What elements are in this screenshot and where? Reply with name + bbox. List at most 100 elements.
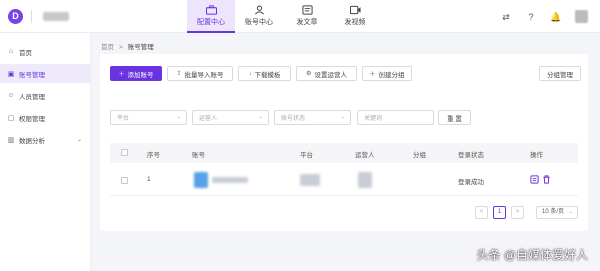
nav-post-video[interactable]: 发视频	[331, 0, 379, 33]
select-placeholder: 运营人	[199, 116, 218, 122]
input-placeholder: 关键词	[364, 116, 383, 122]
nav-label: 配置中心	[197, 19, 225, 26]
sidebar-item-permission-management[interactable]: ▢ 权限管理	[0, 108, 90, 127]
button-label: 批量导入账号	[184, 71, 224, 79]
platform-select[interactable]: 平台 ⌄	[110, 110, 187, 125]
breadcrumb-home[interactable]: 首页	[101, 44, 114, 51]
create-group-button[interactable]: ＋创建分组	[362, 66, 412, 81]
breadcrumb-separator: >	[119, 44, 123, 51]
table-row: 1 登录成功	[110, 164, 578, 196]
main-nav: 配置中心 账号中心 发文章 发视频	[187, 0, 379, 33]
home-icon: ⌂	[8, 48, 14, 55]
add-account-button[interactable]: ＋添加账号	[110, 66, 162, 81]
gear-icon: ⚙	[306, 71, 312, 77]
download-icon: ↓	[248, 70, 252, 77]
table-header: 序号 账号 平台 运营人 分组 登录状态 操作	[110, 143, 578, 163]
sidebar-item-label: 数据分析	[19, 137, 45, 145]
button-label: 创建分组	[378, 71, 405, 79]
account-avatar-blurred	[194, 172, 208, 188]
chart-icon: ▥	[7, 136, 15, 144]
button-label: 设置运营人	[314, 71, 347, 79]
select-placeholder: 账号状态	[281, 116, 306, 122]
button-label: 分组管理	[547, 71, 573, 79]
pagination-next-button[interactable]: >	[511, 206, 524, 219]
chevron-down-icon: ⌄	[568, 209, 573, 215]
header-login-status: 登录状态	[458, 152, 484, 159]
select-placeholder: 平台	[117, 116, 130, 122]
page-size-select[interactable]: 10 条/页 ⌄	[536, 206, 578, 219]
page-size-value: 10 条/页	[542, 209, 565, 215]
import-icon: ⇪	[176, 71, 182, 77]
header-index: 序号	[147, 152, 160, 159]
nav-label: 账号中心	[245, 19, 273, 26]
header-operator: 运营人	[355, 152, 375, 159]
app-logo[interactable]: D	[8, 9, 23, 24]
user-icon	[254, 5, 264, 15]
top-bar: D 配置中心 账号中心 发文章 发视频 ⇄ ? 🔔	[0, 0, 600, 33]
sidebar-item-home[interactable]: ⌂ 首页	[0, 42, 90, 61]
bell-icon[interactable]: 🔔	[550, 11, 562, 23]
sidebar-item-label: 人员管理	[19, 93, 45, 101]
edit-icon[interactable]	[530, 175, 539, 184]
select-all-checkbox[interactable]	[121, 149, 128, 156]
video-icon	[349, 5, 361, 15]
row-index: 1	[147, 176, 151, 183]
set-operator-button[interactable]: ⚙ 设置运营人	[296, 66, 357, 81]
pagination-page-1[interactable]: 1	[493, 206, 506, 219]
article-icon	[301, 5, 313, 15]
group-management-button[interactable]: 分组管理	[539, 66, 581, 81]
button-label: 重 置	[447, 115, 462, 123]
header-group: 分组	[413, 152, 426, 159]
person-icon: ☺	[7, 92, 15, 99]
sidebar-item-account-management[interactable]: ▣ 账号管理	[0, 64, 90, 83]
main-card: ＋添加账号 ⇪ 批量导入账号 ↓ 下载模板 ⚙ 设置运营人 ＋创建分组 分组管理 平台…	[100, 54, 588, 231]
avatar[interactable]	[575, 10, 588, 23]
keyword-input[interactable]: 关键词	[357, 110, 434, 125]
delete-icon[interactable]	[542, 175, 551, 184]
nav-label: 发视频	[344, 19, 366, 26]
switch-icon[interactable]: ⇄	[500, 11, 512, 23]
organization-name-blurred	[43, 12, 69, 21]
nav-config-center[interactable]: 配置中心	[187, 0, 235, 33]
platform-blurred	[300, 174, 320, 186]
download-template-button[interactable]: ↓ 下载模板	[238, 66, 291, 81]
lock-icon: ▢	[7, 114, 15, 122]
account-icon: ▣	[7, 70, 15, 78]
chevron-down-icon: ⌄	[258, 114, 263, 120]
button-label: 添加账号	[127, 71, 154, 79]
reset-button[interactable]: 重 置	[438, 110, 471, 125]
nav-post-article[interactable]: 发文章	[283, 0, 331, 33]
sidebar-item-data-analysis[interactable]: ▥ 数据分析 ⌄	[0, 130, 90, 149]
chevron-down-icon: ⌄	[340, 114, 345, 120]
operator-blurred	[358, 172, 372, 188]
operator-select[interactable]: 运营人 ⌄	[192, 110, 269, 125]
sidebar-item-label: 权限管理	[19, 115, 45, 123]
help-icon[interactable]: ?	[525, 11, 537, 23]
account-name-blurred	[212, 177, 248, 183]
header-actions: 操作	[530, 152, 543, 159]
breadcrumb-current: 账号管理	[127, 44, 154, 51]
row-login-status: 登录成功	[458, 179, 484, 186]
chevron-down-icon: ⌄	[176, 114, 181, 120]
row-checkbox[interactable]	[121, 177, 128, 184]
breadcrumb: 首页 > 账号管理	[101, 41, 154, 51]
chevron-down-icon: ⌄	[76, 137, 82, 143]
nav-account-center[interactable]: 账号中心	[235, 0, 283, 33]
batch-import-button[interactable]: ⇪ 批量导入账号	[167, 66, 233, 81]
button-label: 下载模板	[254, 71, 281, 79]
nav-label: 发文章	[296, 19, 318, 26]
watermark: 头条 @自媒体爱好人	[476, 248, 588, 262]
briefcase-icon	[205, 5, 217, 15]
status-select[interactable]: 账号状态 ⌄	[274, 110, 351, 125]
sidebar-item-personnel-management[interactable]: ☺ 人员管理	[0, 86, 90, 105]
sidebar-item-label: 首页	[19, 49, 32, 57]
plus-icon: ＋	[369, 72, 376, 78]
sidebar: ⌂ 首页 ▣ 账号管理 ☺ 人员管理 ▢ 权限管理 ▥ 数据分析 ⌄	[0, 33, 91, 271]
header-account: 账号	[192, 152, 205, 159]
sidebar-item-label: 账号管理	[19, 71, 45, 79]
top-right-actions: ⇄ ? 🔔	[487, 10, 588, 23]
header-platform: 平台	[300, 152, 313, 159]
pagination-prev-button[interactable]: <	[475, 206, 488, 219]
plus-icon: ＋	[118, 72, 125, 78]
logo-divider	[31, 10, 32, 23]
